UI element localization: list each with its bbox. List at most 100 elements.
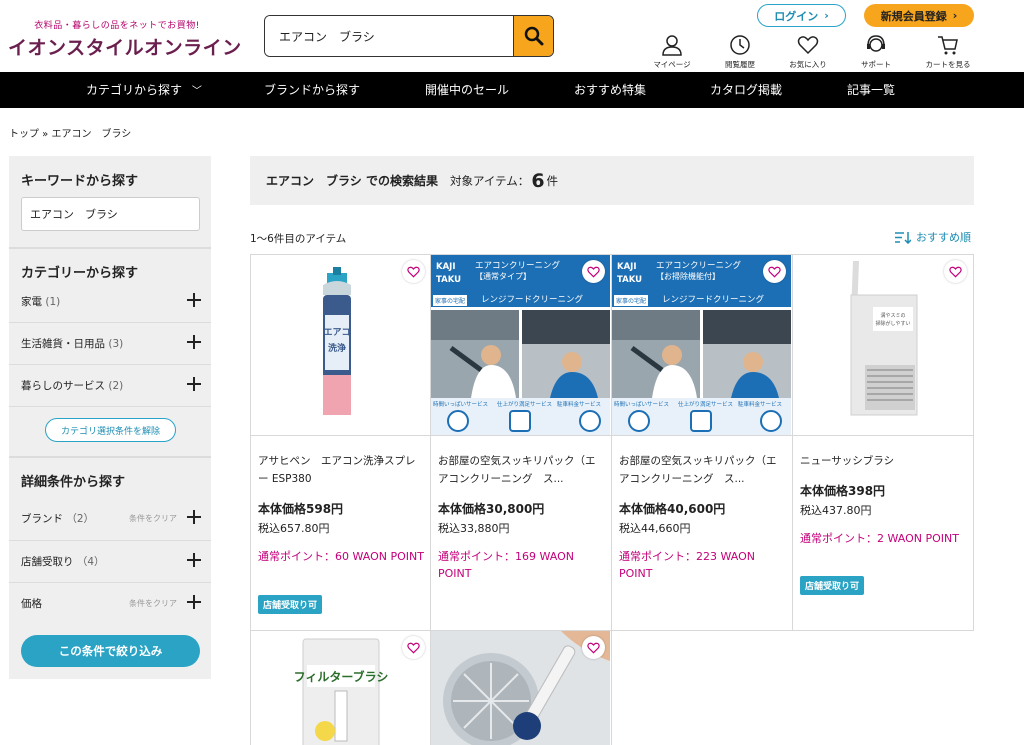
search-button[interactable] [513,16,553,56]
breadcrumb[interactable]: トップ » エアコン ブラシ [9,125,131,140]
nav-item-articles[interactable]: 記事一覧 [847,72,895,108]
plus-icon[interactable] [187,510,201,524]
product-card[interactable] [430,630,610,745]
category-title: カテゴリーから探す [21,266,139,281]
history-link[interactable]: 閲覧履歴 [710,34,770,70]
plus-icon[interactable] [187,293,201,307]
plus-icon[interactable] [187,595,201,609]
product-image[interactable]: 溝やスミの 掃除がしやすい [793,255,972,435]
product-image[interactable]: エアコ 洗浄 [251,255,430,435]
nav-item-brand[interactable]: ブランドから探す [264,72,360,108]
clock-icon [628,410,650,432]
detail-row-pickup[interactable]: 店舗受取り （4） [9,540,211,580]
mypage-label: マイページ [653,60,691,69]
favorite-button[interactable] [944,260,967,283]
cleaning-photo [431,310,519,398]
category-row[interactable]: 生活雑貨・日用品 (3) [9,322,211,362]
sort-dropdown[interactable]: おすすめ順 [895,229,971,245]
plus-icon[interactable] [187,377,201,391]
plus-icon[interactable] [187,335,201,349]
favorites-label: お気に入り [789,60,827,69]
badge-icon [509,410,531,432]
nav-item-catalog[interactable]: カタログ掲載 [710,72,782,108]
detail-count: （4） [76,556,105,568]
product-card[interactable]: 溝やスミの 掃除がしやすい ニューサッシブラシ 本体価格398円 税込437.8… [792,254,972,630]
banner-footer-label: 時間いっぱいサービス [433,402,489,408]
detail-row-brand[interactable]: ブランド （2） 条件をクリア [9,498,211,538]
cart-icon [938,36,958,55]
svg-text:掃除がしやすい: 掃除がしやすい [876,320,911,327]
favorite-button[interactable] [402,636,425,659]
product-price: 本体価格30,800円 [438,502,545,516]
cleaning-photo [612,310,700,398]
mypage-link[interactable]: マイページ [642,34,702,70]
product-card[interactable]: KAJI TAKU 家事の宅配 エアコンクリーニング 【通常タイプ】 レンジフー… [430,254,610,630]
spray-can-image: エアコ 洗浄 [323,267,351,415]
nav-item-feature[interactable]: おすすめ特集 [574,72,646,108]
banner-footer: 時間いっぱいサービス 仕上がり満足サービス 駐車料金サービス [431,398,610,435]
product-card[interactable]: エアコ 洗浄 アサヒペン エアコン洗浄スプレー ESP380 本体価格598円 … [250,254,430,630]
headset-icon [867,35,885,52]
favorite-button[interactable] [402,260,425,283]
category-row[interactable]: 家電 (1) [9,281,211,321]
heart-icon [587,642,600,654]
site-logo[interactable]: 衣料品・暮らしの品をネットでお買物! イオンスタイルオンライン [8,18,242,60]
detail-title: 詳細条件から探す [21,475,126,490]
cart-link[interactable]: カートを見る [918,34,978,70]
pickup-badge: 店舗受取り可 [258,595,323,614]
product-card[interactable]: KAJI TAKU 家事の宅配 エアコンクリーニング 【お掃除機能付】 レンジフ… [611,254,791,630]
product-image[interactable]: KAJI TAKU 家事の宅配 エアコンクリーニング 【通常タイプ】 レンジフー… [431,255,610,435]
logo-name: イオンスタイルオンライン [8,37,242,59]
clear-condition-link[interactable]: 条件をクリア [129,598,177,609]
clear-category-button[interactable]: カテゴリ選択条件を解除 [45,418,176,442]
category-row[interactable]: 暮らしのサービス (2) [9,364,211,404]
keyword-input[interactable] [21,197,200,231]
login-label: ログイン [774,9,819,23]
banner-footer-label: 仕上がり満足サービス [497,402,553,408]
clear-condition-link[interactable]: 条件をクリア [129,513,177,524]
banner-footer-label: 仕上がり満足サービス [678,402,734,408]
register-button[interactable]: 新規会員登録 › [864,4,974,27]
banner-extra: レンジフードクリーニング [662,295,765,305]
range-text: 1〜6件目のアイテム [250,233,347,245]
banner-logo-sub: 家事の宅配 [433,295,468,306]
category-label: 生活雑貨・日用品 [21,338,105,350]
support-link[interactable]: サポート [846,34,906,70]
product-price: 本体価格40,600円 [619,502,726,516]
plus-icon[interactable] [187,553,201,567]
register-label: 新規会員登録 [880,9,947,23]
product-name[interactable]: お部屋の空気スッキリパック（エアコンクリーニング ス... [619,452,785,488]
product-card[interactable]: フィルターブラシ [250,630,430,745]
site-header: 衣料品・暮らしの品をネットでお買物! イオンスタイルオンライン ログイン › 新… [0,0,1024,72]
support-label: サポート [861,60,891,69]
detail-row-price[interactable]: 価格 条件をクリア [9,582,211,622]
nav-item-category[interactable]: カテゴリから探す ﹀ [86,72,202,108]
keyword-title: キーワードから探す [21,174,139,189]
product-name[interactable]: お部屋の空気スッキリパック（エアコンクリーニング ス... [438,452,604,488]
search-input[interactable] [265,16,513,56]
favorite-button[interactable] [582,260,605,283]
login-button[interactable]: ログイン › [757,4,846,27]
favorites-link[interactable]: お気に入り [778,34,838,70]
result-summary: エアコン ブラシ での検索結果 対象アイテム： 6 件 [250,156,974,205]
product-name[interactable]: ニューサッシブラシ [800,452,966,470]
product-name[interactable]: アサヒペン エアコン洗浄スプレー ESP380 [258,452,424,488]
favorite-button[interactable] [763,260,786,283]
result-unit: 件 [546,173,559,188]
divider [9,406,211,407]
clock-icon [730,35,750,55]
divider [9,456,211,458]
banner-subtitle: 【通常タイプ】 [475,272,531,281]
zero-yen-icon [579,410,601,432]
product-image[interactable]: KAJI TAKU 家事の宅配 エアコンクリーニング 【お掃除機能付】 レンジフ… [612,255,791,435]
category-count: (3) [108,338,124,350]
nav-item-sale[interactable]: 開催中のセール [425,72,509,108]
query-text: エアコン ブラシ での検索結果 [266,174,438,188]
apply-filter-button[interactable]: この条件で絞り込み [21,635,200,667]
package-text: フィルターブラシ [294,669,389,684]
cleaning-photo [522,310,610,398]
result-count: 6 [531,169,545,192]
banner-footer-label: 駐車料金サービス [557,402,602,408]
sort-icon [895,231,911,244]
favorite-button[interactable] [582,636,605,659]
